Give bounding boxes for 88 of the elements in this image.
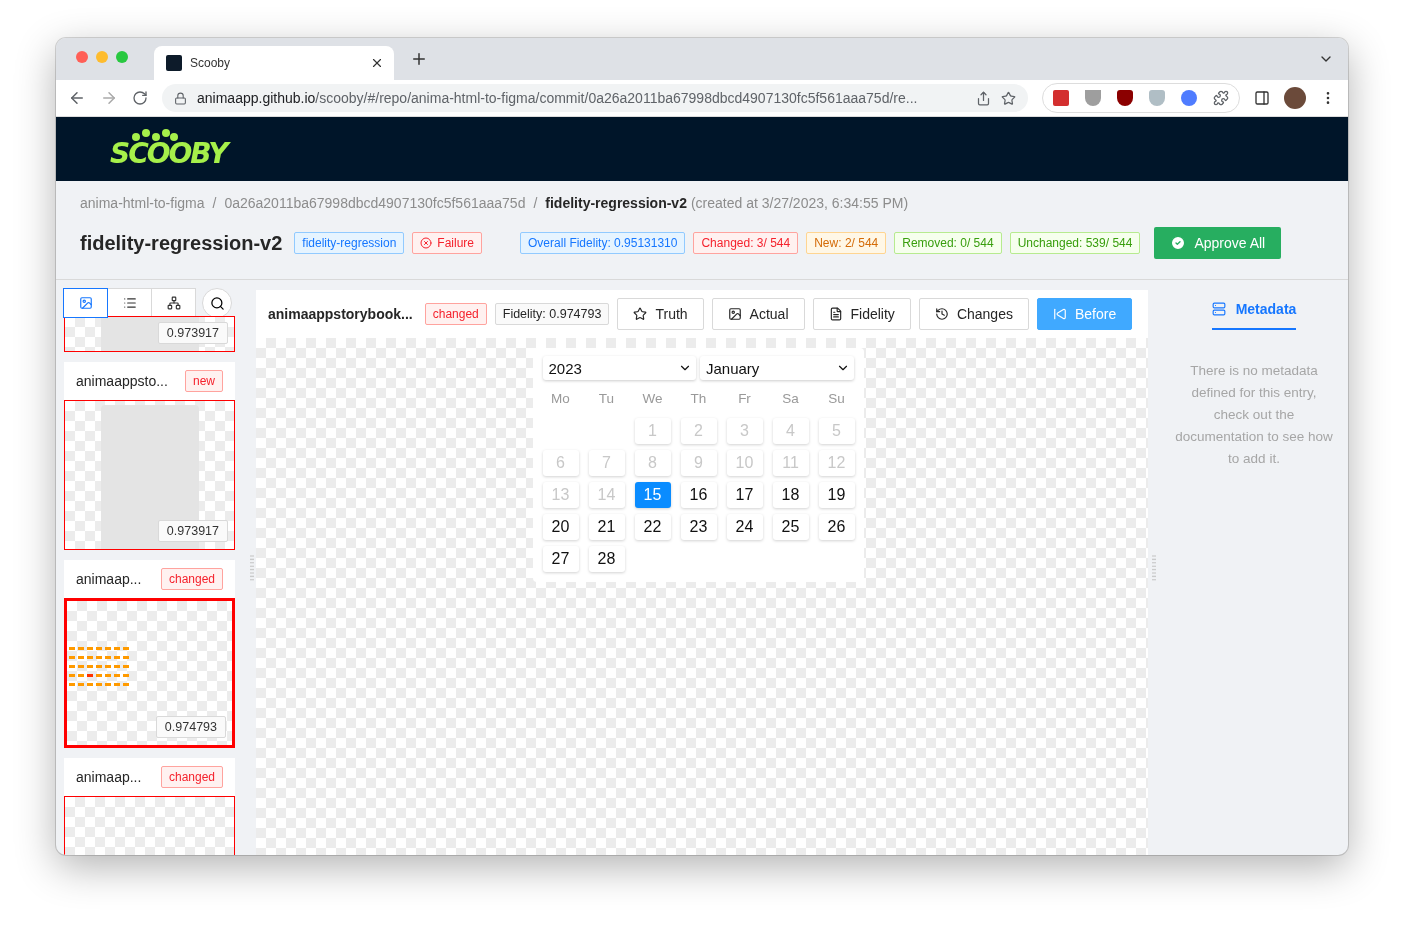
day-cell[interactable]: 23 [680,514,717,540]
score-label: 0.973917 [157,322,228,344]
breadcrumb-separator: / [533,195,538,211]
weekday-label: We [641,390,664,408]
tree-view-button[interactable] [151,288,196,318]
truth-mode-icon [633,307,648,321]
score-label: 0.973917 [157,520,228,542]
day-cell[interactable]: 22 [634,514,671,540]
check-circle-icon [1170,235,1187,251]
close-icon[interactable] [370,56,384,70]
tag: fidelity-regression [294,232,405,254]
empty-metadata-text: There is no metadata defined for this entry, check out the documentation to see how to add it. [1174,362,1334,468]
status-tag: changed [160,568,223,590]
entry-thumbnail[interactable]: 0.973917 [64,316,235,352]
weekday-label: Su [827,390,846,408]
fidelity-tag: Fidelity: 0.974793 [494,303,610,325]
favicon-icon [166,55,182,71]
stat-tag: Unchanged: 539/ 544 [1009,232,1141,254]
weekday-label: Fr [737,390,752,408]
stat-tag: New: 2/ 544 [806,232,887,254]
view-mode-button[interactable]: Actual [711,298,805,330]
breadcrumb-separator: / [212,195,217,211]
plus-icon[interactable] [410,50,428,68]
stat-tag: Removed: 0/ 544 [894,232,1002,254]
day-cell[interactable]: 17 [726,482,763,508]
stat-tag: Overall Fidelity: 0.95131310 [520,232,686,254]
day-cell[interactable]: 25 [772,514,809,540]
tag: Failure [412,232,483,254]
address-bar[interactable]: animaapp.github.io/scooby/#/repo/anima-html-to-figma/commit/0a26a2011ba67998dbcd4907130fc5f561aaa75d/re... [162,84,1028,112]
tab-title: Scooby [190,56,232,70]
before-mode-icon [1052,307,1067,321]
server-icon [1211,302,1226,316]
breadcrumb-item: fidelity-regression-v2 [545,195,687,211]
image-view-button[interactable] [63,288,108,318]
paw-dots-icon [132,128,178,143]
avatar[interactable] [1284,87,1306,109]
weekday-label: Th [689,390,708,408]
day-cell[interactable]: 16 [680,482,717,508]
day-cell[interactable]: 20 [542,514,579,540]
entry-thumbnail[interactable]: 0.973917 [64,400,235,550]
list-icon [122,296,137,310]
view-mode-button[interactable]: Changes [918,298,1029,330]
year-select[interactable]: 2023 [542,356,696,380]
status-tag: new [185,370,223,392]
view-mode-button[interactable]: Truth [617,298,704,330]
star-icon[interactable] [1001,90,1016,106]
search-icon [209,295,225,311]
day-cell[interactable]: 24 [726,514,763,540]
browser-tab[interactable]: Scooby [154,46,394,80]
share-icon[interactable] [976,90,991,106]
reload-icon[interactable] [132,90,148,106]
tree-icon [166,296,181,310]
day-cell[interactable]: 19 [818,482,855,508]
stat-tag: Changed: 3/ 544 [693,232,799,254]
entry-title: animaap... [76,571,143,587]
month-select[interactable]: January [700,356,854,380]
weekday-label: Tu [597,390,616,408]
day-cell[interactable]: 18 [772,482,809,508]
day-cell[interactable]: 26 [818,514,855,540]
fidelity-mode-icon [828,307,843,321]
page-title: fidelity-regression-v2 [80,231,283,255]
entry-title: animaappsto... [76,373,169,389]
status-tag: changed [424,303,487,325]
weekday-label: Mo [550,390,571,408]
score-label: 0.974793 [155,716,226,738]
entry-name: animaappstorybook... [268,306,413,322]
search-button[interactable] [202,288,232,318]
view-mode-button[interactable]: Fidelity [812,298,911,330]
lock-icon [174,91,187,105]
metadata-tab[interactable]: Metadata [1211,290,1297,330]
entry-title: animaap... [76,769,143,785]
back-icon[interactable] [68,89,86,107]
day-cell[interactable]: 28 [588,546,625,572]
shield-icon[interactable] [1117,90,1133,106]
url-text: animaapp.github.io/scooby/#/repo/anima-html-to-figma/commit/0a26a2011ba67998dbcd4907130fc5f561aaa75d/re... [197,90,918,106]
weekday-label: Sa [781,390,800,408]
puzzle-icon[interactable] [1213,90,1229,106]
status-tag: changed [160,766,223,788]
side-panel-icon[interactable] [1254,90,1270,106]
day-cell[interactable]: 21 [588,514,625,540]
created-at-text: (created at 3/27/2023, 6:34:55 PM) [690,195,909,211]
extension-icon[interactable] [1181,90,1197,106]
changes-mode-icon [934,307,949,321]
extension-icon[interactable] [1085,90,1101,106]
day-cell[interactable]: 27 [542,546,579,572]
actual-mode-icon [727,307,742,321]
entry-thumbnail[interactable]: 0.974793 [64,598,235,748]
image-icon [78,296,93,310]
